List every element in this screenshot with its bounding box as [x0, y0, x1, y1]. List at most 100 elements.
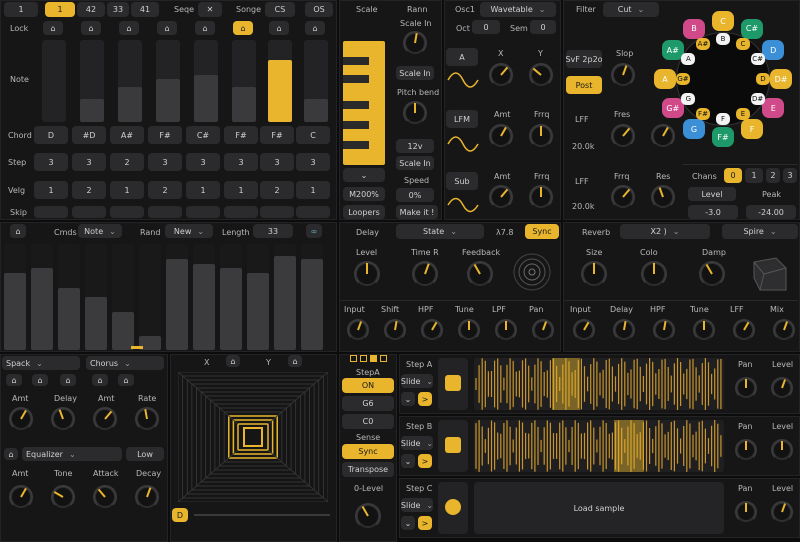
chord-cell[interactable]: C: [296, 126, 330, 144]
wheel-note[interactable]: D: [762, 40, 785, 60]
chorus-select[interactable]: Chorus: [86, 356, 164, 370]
cmd-bar[interactable]: [193, 244, 215, 350]
chord-cell[interactable]: F#: [224, 126, 258, 144]
track-level-knob[interactable]: [771, 501, 793, 523]
note-wheel[interactable]: C C# D D# E F F# G G# A A# B B C C# D D# E F F# G G# A A#: [650, 4, 796, 154]
seq-tab-0[interactable]: 1: [4, 2, 38, 17]
chorus-amt-knob[interactable]: [93, 407, 117, 431]
step-cell[interactable]: 3: [72, 153, 106, 171]
wheel-inner-note[interactable]: D: [756, 73, 770, 85]
reverb-row-knob[interactable]: [733, 319, 755, 341]
lock-icon[interactable]: ⌂: [157, 21, 177, 35]
scale-select[interactable]: ⌄: [343, 168, 385, 182]
eq-amt-knob[interactable]: [9, 485, 33, 509]
velg-cell[interactable]: 1: [186, 181, 220, 199]
delay-row-knob[interactable]: [347, 319, 369, 341]
cmd-bar[interactable]: [112, 244, 134, 350]
skip-cell[interactable]: [110, 206, 144, 218]
wheel-inner-note[interactable]: F: [716, 113, 730, 125]
track-waveform[interactable]: [474, 358, 724, 410]
step-cell[interactable]: 3: [148, 153, 182, 171]
equalizer-select[interactable]: Equalizer: [22, 447, 122, 461]
track-play-button[interactable]: >: [418, 454, 432, 468]
delay-row-knob[interactable]: [495, 319, 517, 341]
step-sync-button[interactable]: Sync: [342, 444, 394, 459]
scale-in-button[interactable]: Scale In: [396, 66, 434, 80]
osc-wave-select[interactable]: Wavetable: [480, 2, 556, 17]
xy-slider-track[interactable]: [194, 514, 330, 516]
delay-row-knob[interactable]: [421, 319, 443, 341]
chan-3-button[interactable]: 3: [783, 168, 797, 183]
note-slider[interactable]: [268, 40, 292, 122]
wheel-inner-note[interactable]: A: [681, 53, 696, 65]
velg-cell[interactable]: 1: [296, 181, 330, 199]
wheel-inner-note[interactable]: C#: [750, 53, 765, 65]
skip-cell[interactable]: [260, 206, 294, 218]
eq-low-button[interactable]: Low: [126, 447, 164, 461]
os-button[interactable]: OS: [305, 2, 333, 17]
step-cell[interactable]: 3: [224, 153, 258, 171]
step-cell[interactable]: 3: [296, 153, 330, 171]
seq-tab-4[interactable]: 41: [131, 2, 159, 17]
step-on-button[interactable]: ON: [342, 378, 394, 393]
wheel-inner-note[interactable]: G#: [676, 73, 690, 85]
note-slider[interactable]: [304, 40, 328, 122]
wheel-inner-note[interactable]: B: [716, 33, 730, 45]
level-value[interactable]: -3.0: [688, 205, 738, 219]
wheel-inner-note[interactable]: E: [736, 107, 750, 120]
note-slider[interactable]: [118, 40, 142, 122]
step-c-button[interactable]: C0: [342, 414, 394, 429]
chan-2-button[interactable]: 2: [766, 168, 780, 183]
skip-cell[interactable]: [72, 206, 106, 218]
post-button[interactable]: Post: [566, 76, 602, 94]
delay-row-knob[interactable]: [384, 319, 406, 341]
velg-cell[interactable]: 2: [72, 181, 106, 199]
track-trigger[interactable]: [445, 375, 461, 391]
track-trigger[interactable]: [445, 499, 461, 515]
reverb-row-knob[interactable]: [653, 319, 675, 341]
sub-button[interactable]: Sub: [446, 172, 478, 190]
wheel-note[interactable]: B: [683, 18, 705, 39]
note-slider[interactable]: [232, 40, 256, 122]
cmd-bar[interactable]: [220, 244, 242, 350]
reverb-row-knob[interactable]: [773, 319, 795, 341]
wheel-inner-note[interactable]: G: [681, 93, 696, 105]
step-cell[interactable]: 2: [110, 153, 144, 171]
fres-knob[interactable]: [611, 124, 635, 148]
track-down-button[interactable]: ⌄: [401, 392, 415, 406]
seq-close-button[interactable]: ✕: [198, 2, 222, 17]
wheel-note[interactable]: G: [683, 119, 705, 140]
chorus-rate-knob[interactable]: [135, 407, 159, 431]
delay-row-knob[interactable]: [532, 319, 554, 341]
wheel-note[interactable]: C#: [741, 18, 763, 39]
track-level-knob[interactable]: [771, 439, 793, 461]
chan-0-button[interactable]: 0: [724, 168, 742, 183]
sub-frq-knob[interactable]: [529, 185, 553, 209]
step-cell[interactable]: 3: [186, 153, 220, 171]
wheel-inner-note[interactable]: C: [736, 38, 750, 51]
chord-cell[interactable]: A#: [110, 126, 144, 144]
cmd-bar[interactable]: [247, 244, 269, 350]
reverb-x2-select[interactable]: X2 ): [620, 224, 710, 239]
pitch-bend-value[interactable]: 12v: [396, 139, 434, 153]
track-pan-knob[interactable]: [735, 501, 757, 523]
delay-sync-button[interactable]: Sync: [525, 224, 559, 239]
chorus-lock-icon-1[interactable]: ⌂: [92, 374, 108, 386]
track-play-button[interactable]: >: [418, 392, 432, 406]
cmds-lock-icon[interactable]: ⌂: [10, 224, 26, 238]
rand-new-select[interactable]: New: [165, 224, 213, 238]
cs-button[interactable]: CS: [265, 2, 295, 17]
eq-lock-icon[interactable]: ⌂: [4, 448, 18, 460]
lfm-frq-knob[interactable]: [529, 124, 553, 148]
track-waveform[interactable]: [474, 420, 724, 472]
delay-state-select[interactable]: State: [396, 224, 484, 239]
loopers-button[interactable]: Loopers: [343, 205, 385, 219]
skip-cell[interactable]: [34, 206, 68, 218]
reverb-damp-knob[interactable]: [699, 261, 725, 287]
scale-in-knob[interactable]: [403, 31, 427, 55]
track-mode-select[interactable]: Slide: [401, 374, 433, 388]
lock-icon[interactable]: ⌂: [43, 21, 63, 35]
chord-cell[interactable]: C#: [186, 126, 220, 144]
reverb-color-knob[interactable]: [641, 261, 667, 287]
chord-cell[interactable]: F#: [148, 126, 182, 144]
